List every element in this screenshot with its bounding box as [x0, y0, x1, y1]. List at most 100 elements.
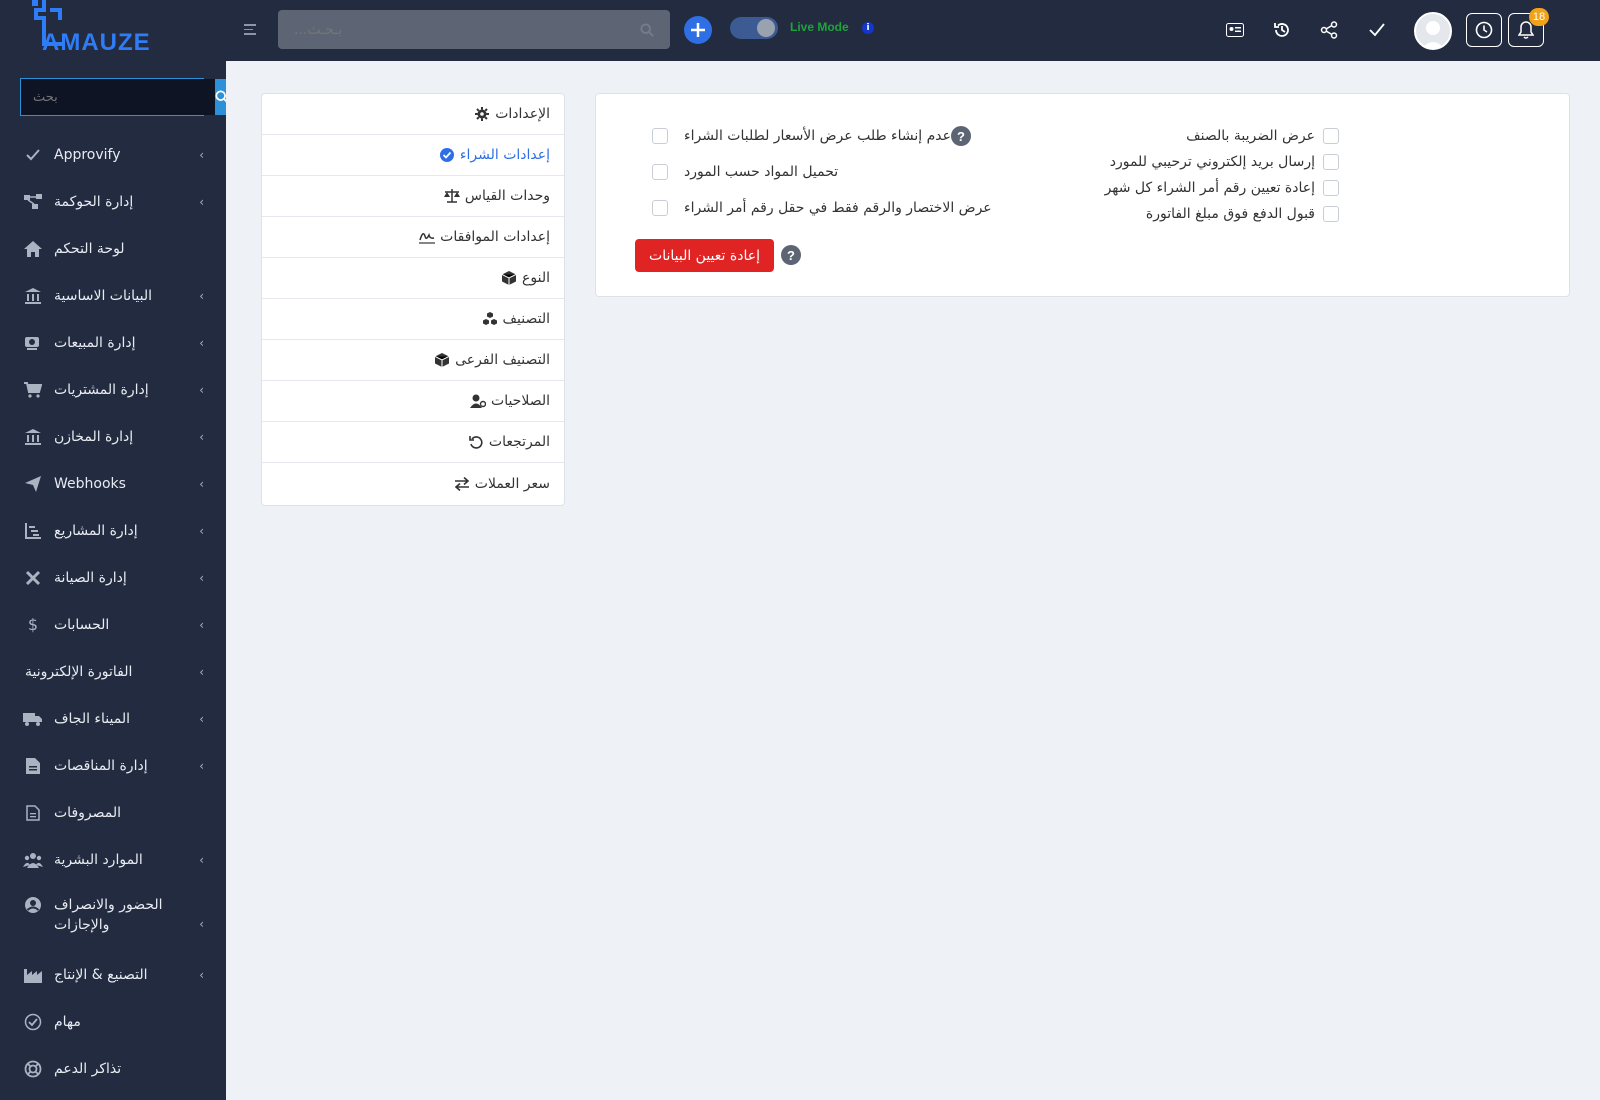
clock-icon	[1475, 21, 1493, 39]
notifications-button[interactable]: 18	[1508, 8, 1549, 47]
sidebar-item-label: تذاكر الدعم	[54, 1060, 122, 1077]
settings-nav-label: المرتجعات	[488, 434, 550, 450]
sidebar-item-hr[interactable]: الموارد البشرية ‹	[0, 836, 226, 883]
factory-icon	[23, 965, 43, 985]
sidebar-item-tenders[interactable]: إدارة المناقصات ‹	[0, 742, 226, 789]
checkbox[interactable]	[1323, 206, 1339, 222]
sidebar-item-purchases[interactable]: إدارة المشتريات ‹	[0, 366, 226, 413]
sidebar-item-e-invoice[interactable]: الفاتورة الإلكترونية ‹	[0, 648, 226, 695]
sidebar-item-maintenance[interactable]: إدارة الصيانة ‹	[0, 554, 226, 601]
sidebar-item-warehouses[interactable]: إدارة المخازن ‹	[0, 413, 226, 460]
search-icon[interactable]	[640, 22, 654, 37]
logo[interactable]: AMAUZE	[0, 0, 226, 61]
help-icon[interactable]: ?	[951, 126, 972, 146]
settings-nav-label: وحدات القياس	[464, 188, 550, 204]
reset-data-button[interactable]: إعادة تعيين البيانات	[635, 239, 774, 272]
sidebar-item-label: الفاتورة الإلكترونية	[25, 663, 133, 680]
settings-nav-label: التصنيف الفرعى	[455, 352, 550, 368]
sidebar-item-accounts[interactable]: $ الحسابات ‹	[0, 601, 226, 648]
live-mode-toggle[interactable]	[730, 17, 778, 39]
settings-nav-label: النوع	[522, 270, 550, 286]
option-label: إرسال بريد إلكتروني ترحيبي للمورد	[1109, 154, 1315, 170]
settings-nav-subcategory[interactable]: التصنيف الفرعى	[262, 340, 564, 381]
menu-toggle-icon[interactable]	[244, 24, 256, 38]
sidebar-item-projects[interactable]: إدارة المشاريع ‹	[0, 507, 226, 554]
settings-nav-category[interactable]: التصنيف	[262, 299, 564, 340]
sidebar-item-master-data[interactable]: البيانات الاساسية ‹	[0, 272, 226, 319]
sidebar-item-label: مهام	[54, 1013, 81, 1030]
option-welcome-email-supplier[interactable]: إرسال بريد إلكتروني ترحيبي للمورد	[1110, 154, 1339, 170]
chevron-left-icon: ‹	[199, 852, 204, 867]
settings-nav-approvals[interactable]: إعدادات الموافقات	[262, 217, 564, 258]
checkbox[interactable]	[652, 128, 668, 144]
sidebar-item-governance[interactable]: إدارة الحوكمة ‹	[0, 178, 226, 225]
settings-nav-purchase[interactable]: إعدادات الشراء	[262, 135, 564, 176]
history-icon[interactable]	[1269, 17, 1295, 43]
plus-icon	[691, 23, 705, 37]
option-reset-po-number-monthly[interactable]: إعادة تعيين رقم أمر الشراء كل شهر	[1105, 180, 1339, 196]
sidebar-item-attendance[interactable]: الحضور والانصراف والإجازات ‹	[0, 883, 226, 951]
sidebar-item-manufacturing[interactable]: التصنيع & الإنتاج ‹	[0, 951, 226, 998]
checkbox[interactable]	[652, 200, 668, 216]
sidebar-item-label: الميناء الجاف	[54, 710, 130, 727]
option-show-prefix-number-only[interactable]: عرض الاختصار والرقم فقط في حقل رقم أمر ا…	[652, 200, 992, 216]
option-label: عرض الضريبة بالصنف	[1186, 128, 1315, 144]
option-accept-overpayment[interactable]: قبول الدفع فوق مبلغ الفاتورة	[1146, 206, 1339, 222]
tools-icon	[23, 568, 43, 588]
chevron-left-icon: ‹	[199, 288, 204, 303]
chevron-left-icon: ‹	[199, 664, 204, 679]
sidebar-item-dashboard[interactable]: لوحة التحكم	[0, 225, 226, 272]
warehouse-icon	[23, 427, 43, 447]
check-circle-icon	[439, 147, 455, 163]
sidebar-item-support-tickets[interactable]: تذاكر الدعم	[0, 1045, 226, 1092]
checkbox[interactable]	[652, 164, 668, 180]
option-load-materials-by-supplier[interactable]: تحميل المواد حسب المورد	[652, 164, 838, 180]
option-no-rfq-for-purchase-requests[interactable]: عدم إنشاء طلب عرض الأسعار لطلبات الشراء …	[652, 126, 972, 146]
help-icon[interactable]: ?	[781, 245, 801, 265]
sidebar-item-label: الموارد البشرية	[54, 851, 143, 868]
settings-nav-general[interactable]: الإعدادات	[262, 94, 564, 135]
dollar-icon: $	[27, 615, 39, 634]
sidebar-item-label: التصنيع & الإنتاج	[54, 966, 148, 983]
share-icon[interactable]	[1316, 17, 1342, 43]
settings-nav-label: إعدادات الموافقات	[440, 229, 550, 245]
id-card-icon[interactable]	[1222, 17, 1248, 43]
settings-nav-returns[interactable]: المرتجعات	[262, 422, 564, 463]
info-icon[interactable]: i	[862, 22, 874, 34]
tender-icon	[23, 756, 43, 776]
sidebar-item-label: إدارة المناقصات	[54, 757, 148, 774]
option-label: عدم إنشاء طلب عرض الأسعار لطلبات الشراء	[684, 128, 952, 144]
settings-nav-currency-rates[interactable]: سعر العملات	[262, 463, 564, 504]
option-show-tax-per-item[interactable]: عرض الضريبة بالصنف	[1186, 128, 1339, 144]
sidebar-search-button[interactable]	[215, 79, 226, 115]
users-icon	[23, 850, 43, 870]
checkbox[interactable]	[1323, 154, 1339, 170]
settings-nav-units[interactable]: وحدات القياس	[262, 176, 564, 217]
sidebar-item-dry-port[interactable]: الميناء الجاف ‹	[0, 695, 226, 742]
add-button[interactable]	[684, 16, 712, 44]
option-label: تحميل المواد حسب المورد	[684, 164, 839, 180]
sidebar-item-expenses[interactable]: المصروفات	[0, 789, 226, 836]
clock-button[interactable]	[1466, 13, 1502, 47]
home-icon	[23, 239, 43, 259]
sidebar-item-webhooks[interactable]: Webhooks ‹	[0, 460, 226, 507]
settings-nav-type[interactable]: النوع	[262, 258, 564, 299]
avatar[interactable]	[1414, 12, 1452, 50]
settings-nav-permissions[interactable]: الصلاحيات	[262, 381, 564, 422]
sidebar-item-label: البيانات الاساسية	[54, 287, 152, 304]
sidebar-item-sales[interactable]: إدارة المبيعات ‹	[0, 319, 226, 366]
truck-icon	[23, 709, 43, 729]
user-avatar-icon	[1422, 21, 1444, 48]
sidebar-search-input[interactable]	[21, 79, 215, 115]
sidebar-item-approvify[interactable]: Approvify ‹	[0, 131, 226, 178]
chevron-left-icon: ‹	[199, 570, 204, 585]
chevron-left-icon: ‹	[199, 711, 204, 726]
sidebar-item-tasks[interactable]: مهام	[0, 998, 226, 1045]
checkbox[interactable]	[1323, 180, 1339, 196]
sidebar: AMAUZE Approvify ‹ إدارة الحوكمة ‹ لوحة …	[0, 0, 226, 1100]
checkmark-icon[interactable]	[1364, 17, 1390, 43]
signature-icon	[419, 229, 436, 245]
checkbox[interactable]	[1323, 128, 1339, 144]
top-search-input[interactable]	[294, 21, 640, 38]
sidebar-search	[20, 78, 226, 116]
